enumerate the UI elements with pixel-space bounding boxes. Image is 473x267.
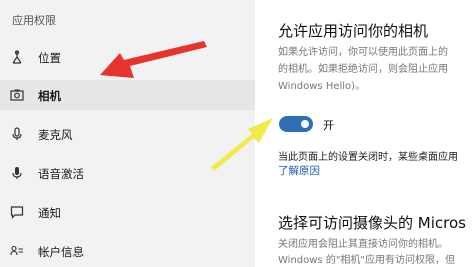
page-title: 允许应用访问你的相机 <box>278 22 429 40</box>
sidebar-item-location[interactable]: 位置 <box>0 42 255 72</box>
section-description-line: Windows 的"相机"应用有访问权限，但 <box>278 255 456 266</box>
status-text: 当此页面上的设置关闭时，某些桌面应用 <box>278 152 458 163</box>
camera-settings-panel: 允许应用访问你的相机 如果允许访问，你可以使用此页面上的 的相机。如果拒绝访问，… <box>255 0 473 267</box>
description-line: 如果允许访问，你可以使用此页面上的 <box>278 47 448 58</box>
sidebar-item-label: 帐户信息 <box>38 245 84 259</box>
toggle-knob <box>301 120 309 128</box>
sidebar-item-microphone[interactable]: 麦克风 <box>0 119 255 149</box>
sidebar-item-voice-activation[interactable]: 语音激活 <box>0 158 255 188</box>
location-icon <box>10 50 24 64</box>
voice-activation-icon <box>10 166 24 180</box>
toggle-state-label: 开 <box>323 119 334 132</box>
sidebar-section-title: 应用权限 <box>12 14 56 27</box>
camera-access-toggle[interactable] <box>279 116 313 132</box>
description-line: 的相机。如果拒绝访问，则会阻止应用 <box>278 64 448 75</box>
settings-sidebar: 应用权限 位置 相机 麦克风 语音激活 通知 帐户信息 <box>0 0 255 267</box>
sidebar-item-label: 相机 <box>38 89 61 103</box>
camera-icon <box>10 88 24 102</box>
sidebar-item-notifications[interactable]: 通知 <box>0 197 255 227</box>
section-title: 选择可访问摄像头的 Micros <box>278 214 466 232</box>
sidebar-item-label: 语音激活 <box>38 167 84 181</box>
account-info-icon <box>10 244 24 258</box>
sidebar-item-label: 通知 <box>38 206 61 220</box>
sidebar-item-label: 麦克风 <box>38 128 73 142</box>
microphone-icon <box>10 127 24 141</box>
learn-why-link[interactable]: 了解原因 <box>278 163 320 178</box>
description-line: Windows Hello)。 <box>278 81 366 92</box>
notification-icon <box>10 205 24 219</box>
sidebar-item-label: 位置 <box>38 51 61 65</box>
sidebar-item-account-info[interactable]: 帐户信息 <box>0 236 255 266</box>
section-description-line: 关闭应用会阻止其直接访问你的相机。 <box>278 239 448 250</box>
sidebar-item-camera[interactable]: 相机 <box>0 80 255 110</box>
